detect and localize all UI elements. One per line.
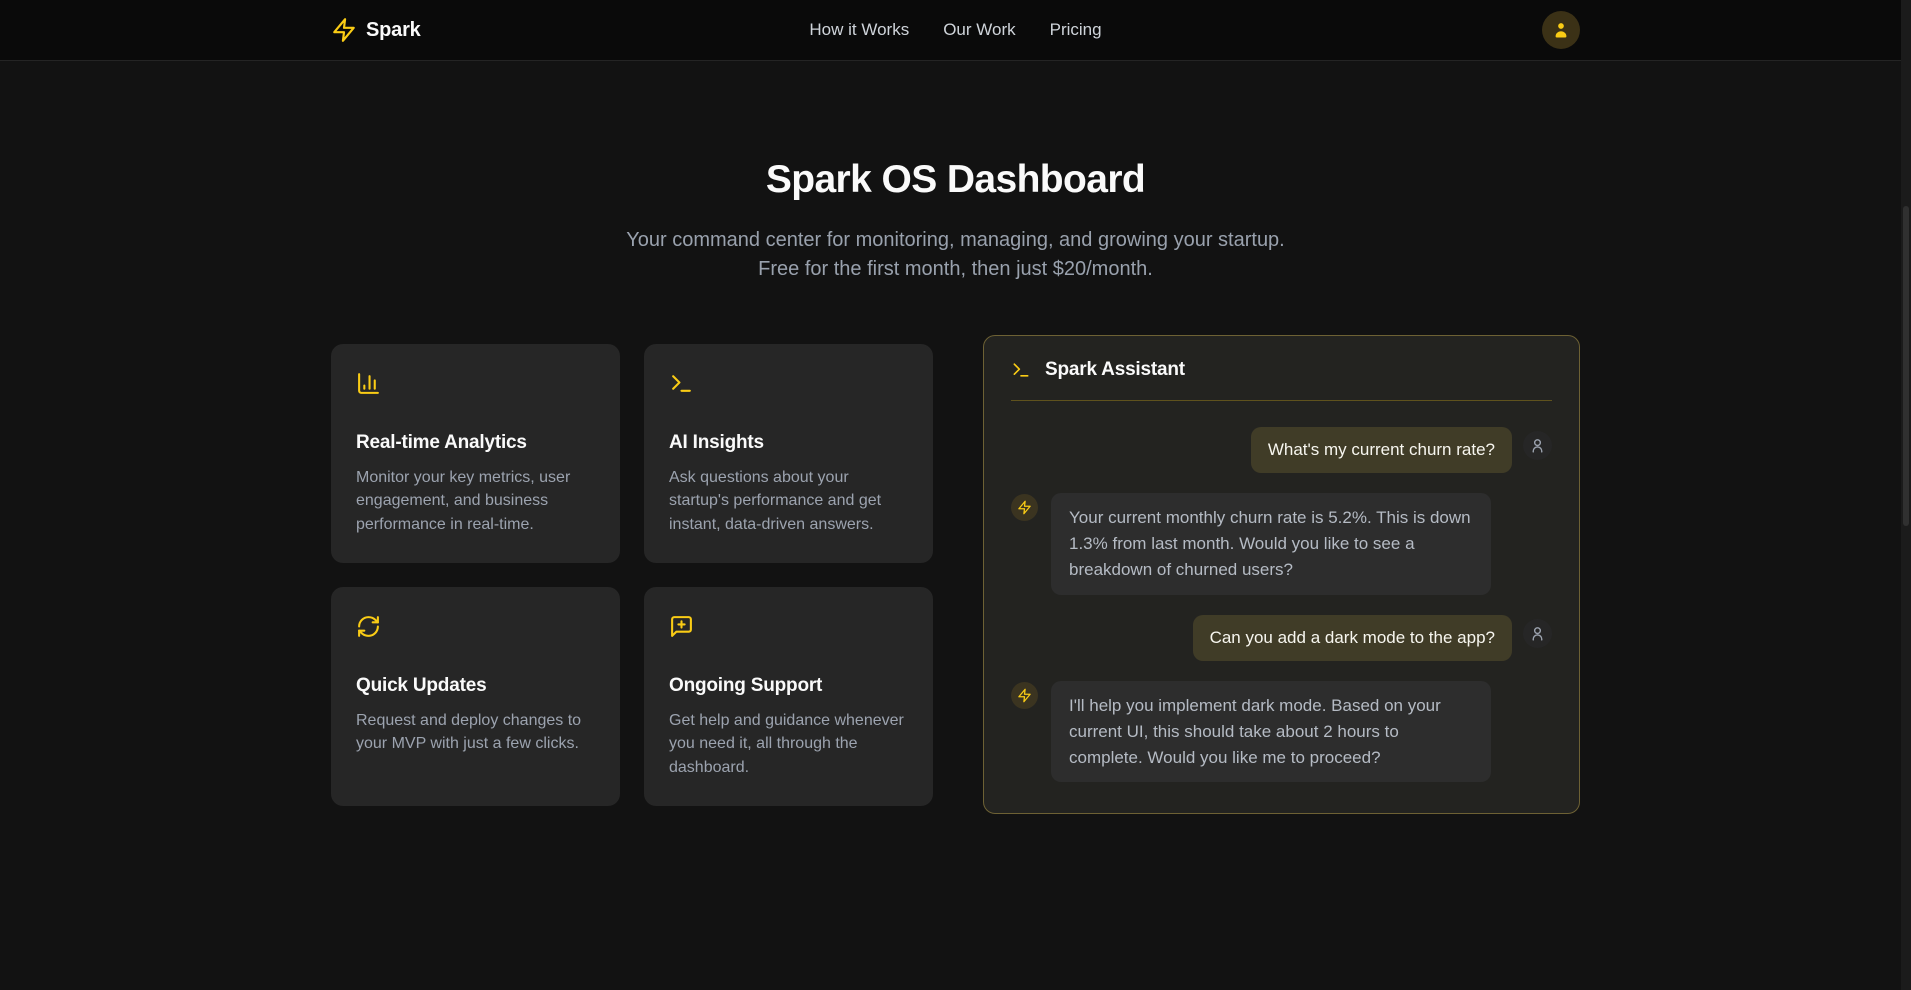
refresh-icon [356,614,595,644]
feature-card-ai-insights: AI Insights Ask questions about your sta… [644,344,933,563]
feature-description: Monitor your key metrics, user engagemen… [356,466,595,537]
spark-zap-icon [331,17,357,43]
main-content: Real-time Analytics Monitor your key met… [331,335,1580,815]
feature-card-realtime-analytics: Real-time Analytics Monitor your key met… [331,344,620,563]
user-message-bubble: Can you add a dark mode to the app? [1193,615,1512,661]
features-grid: Real-time Analytics Monitor your key met… [331,344,933,806]
chat-messages: What's my current churn rate? Your curre… [984,401,1579,814]
user-avatar [1523,431,1552,460]
feature-title: Ongoing Support [669,675,908,697]
assistant-zap-avatar [1011,494,1038,521]
navbar: Spark How it Works Our Work Pricing [0,0,1911,61]
chat-message-user: What's my current churn rate? [1011,427,1552,473]
brand-logo[interactable]: Spark [331,17,421,43]
hero-subtitle: Your command center for monitoring, mana… [618,226,1294,285]
feature-title: Real-time Analytics [356,432,595,454]
assistant-title: Spark Assistant [1045,359,1185,381]
brand-name: Spark [366,19,421,42]
assistant-message-bubble: Your current monthly churn rate is 5.2%.… [1051,493,1491,594]
chat-message-assistant: I'll help you implement dark mode. Based… [1011,681,1552,782]
feature-title: Quick Updates [356,675,595,697]
feature-card-quick-updates: Quick Updates Request and deploy changes… [331,587,620,806]
assistant-zap-avatar [1011,682,1038,709]
account-avatar-button[interactable] [1542,11,1580,49]
feature-title: AI Insights [669,432,908,454]
chat-message-user: Can you add a dark mode to the app? [1011,615,1552,661]
feature-description: Get help and guidance whenever you need … [669,709,908,780]
feature-description: Request and deploy changes to your MVP w… [356,709,595,756]
nav-link-pricing[interactable]: Pricing [1050,20,1102,40]
message-square-plus-icon [669,614,908,644]
nav-link-our-work[interactable]: Our Work [943,20,1015,40]
terminal-icon [1011,360,1031,380]
bar-chart-icon [356,371,595,401]
assistant-message-bubble: I'll help you implement dark mode. Based… [1051,681,1491,782]
terminal-icon [669,371,908,401]
feature-description: Ask questions about your startup's perfo… [669,466,908,537]
assistant-header: Spark Assistant [984,336,1579,400]
spark-assistant-panel: Spark Assistant What's my current churn … [983,335,1580,815]
chat-message-assistant: Your current monthly churn rate is 5.2%.… [1011,493,1552,594]
hero-section: Spark OS Dashboard Your command center f… [0,61,1911,285]
nav-link-how-it-works[interactable]: How it Works [809,20,909,40]
user-avatar [1523,619,1552,648]
feature-card-ongoing-support: Ongoing Support Get help and guidance wh… [644,587,933,806]
user-icon [1551,20,1571,40]
navbar-inner: Spark How it Works Our Work Pricing [315,11,1596,49]
page-title: Spark OS Dashboard [0,158,1911,202]
scrollbar-thumb[interactable] [1903,206,1909,526]
nav-links: How it Works Our Work Pricing [809,20,1101,40]
user-message-bubble: What's my current churn rate? [1251,427,1512,473]
page-scrollbar[interactable] [1901,0,1911,990]
